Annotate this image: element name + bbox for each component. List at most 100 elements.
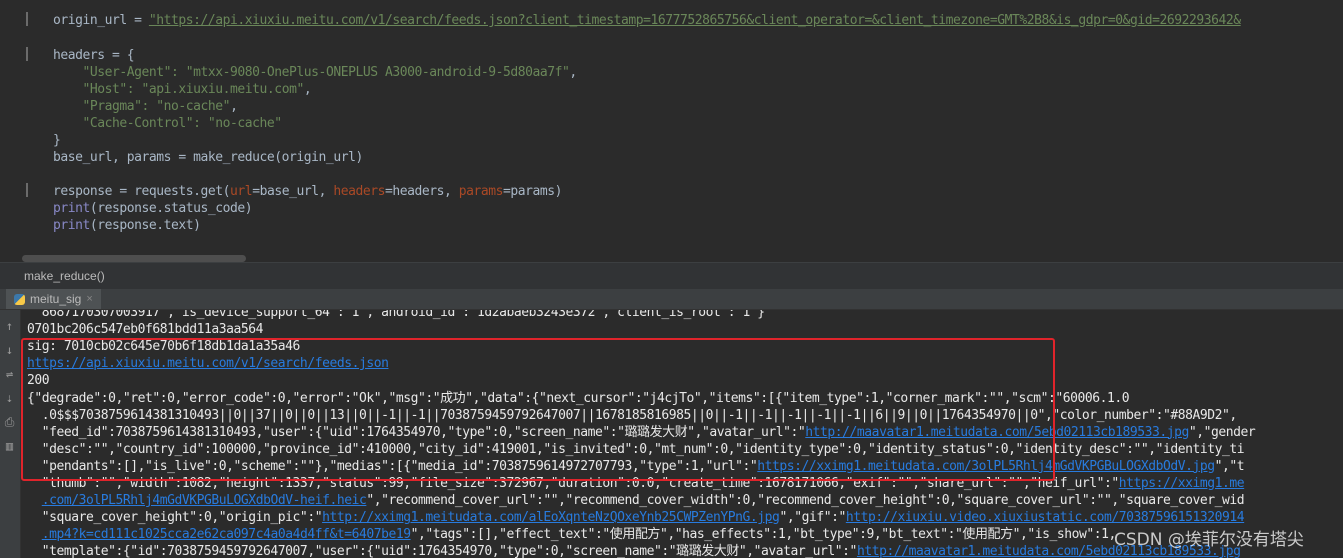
text-segment: (response.status_code)	[89, 201, 253, 216]
scroll-to-end-icon[interactable]: ⇣	[3, 392, 16, 405]
breadcrumb-bar: make_reduce()	[0, 262, 1343, 289]
code-line: base_url, params = make_reduce(origin_ur…	[53, 149, 363, 166]
run-tab-label: meitu_sig	[30, 292, 82, 306]
text-segment: response = requests.get(	[53, 184, 231, 199]
trash-icon[interactable]: ▥	[3, 440, 16, 453]
python-file-icon	[14, 293, 25, 305]
text-segment: ","tags":[],"effect_text":"使用配方","has_ef…	[410, 527, 1117, 543]
console-line: .0$$$7038759614381310493||0||37||0||0||1…	[27, 407, 1237, 424]
text-segment: "pendants":[],"is_live":0,"scheme":""},"…	[27, 458, 758, 474]
text-segment: "template":{"id":7038759459792647007,"us…	[27, 544, 858, 558]
text-segment: (response.text)	[89, 218, 201, 233]
text-segment: print	[53, 218, 90, 233]
url-link[interactable]: https://xximg1.meitudata.com/3olPL5Rhlj4…	[757, 459, 1215, 474]
text-segment: ","gender	[1188, 424, 1256, 440]
text-segment: }	[53, 133, 61, 148]
text-segment: "User-Agent":	[53, 65, 186, 80]
text-segment: headers = {	[53, 48, 135, 63]
text-segment: print	[53, 201, 90, 216]
text-segment: "desc":"","country_id":100000,"province_…	[27, 441, 1245, 457]
watermark: CSDN @埃菲尔没有塔尖	[1114, 530, 1304, 550]
text-segment: "api.xiuxiu.meitu.com"	[141, 82, 305, 97]
url-link[interactable]: http://maavatar1.meitudata.com/5ebd02113…	[805, 425, 1189, 440]
code-line: print(response.status_code)	[53, 200, 253, 217]
console-line: {"degrade":0,"ret":0,"error_code":0,"err…	[27, 390, 1130, 407]
console-line: "template":{"id":7038759459792647007,"us…	[27, 543, 1241, 558]
text-segment: "feed_id":7038759614381310493,"user":{"u…	[27, 424, 806, 440]
console-line: "square_cover_height":0,"origin_pic":"ht…	[27, 509, 1245, 526]
code-line: response = requests.get(url=base_url, he…	[53, 183, 562, 200]
code-line: print(response.text)	[53, 217, 201, 234]
text-segment: ","recommend_cover_url":"","recommend_co…	[366, 493, 1245, 509]
console-line: 200	[27, 372, 50, 389]
code-line: "Host": "api.xiuxiu.meitu.com",	[53, 81, 312, 98]
code-line: headers = {	[53, 47, 135, 64]
text-segment: origin_url =	[53, 13, 149, 28]
url-link[interactable]: .mp4?k=cd111c1025cca2e62ca097c4a0a4d4ff&…	[42, 527, 411, 542]
run-tab-meitu-sig[interactable]: meitu_sig ×	[6, 289, 101, 309]
console-line: .com/3olPL5Rhlj4mGdVKPGBuLOGXdbOdV-heif.…	[27, 492, 1245, 509]
fold-marker	[26, 183, 28, 197]
run-console-output[interactable]: 8687170307003917 , is_device_support_64 …	[21, 310, 1343, 558]
console-line: 8687170307003917 , is_device_support_64 …	[27, 310, 765, 321]
text-segment: "mtxx-9080-OnePlus-ONEPLUS A3000-android…	[185, 65, 570, 80]
console-line: "feed_id":7038759614381310493,"user":{"u…	[27, 424, 1256, 441]
text-segment: 0701bc206c547eb0f681bdd11a3aa564	[27, 322, 264, 338]
text-segment: 200	[27, 373, 50, 389]
breadcrumb[interactable]: make_reduce()	[24, 269, 105, 283]
console-line: https://api.xiuxiu.meitu.com/v1/search/f…	[27, 355, 389, 372]
code-line: }	[53, 132, 61, 149]
text-segment: "thumb":"","width":1082,"height":1337,"s…	[27, 476, 1119, 491]
text-segment: "no-cache"	[156, 99, 231, 114]
text-segment: params	[458, 184, 504, 199]
code-line: origin_url = "https://api.xiuxiu.meitu.c…	[53, 12, 1241, 29]
text-segment: "no-cache"	[207, 116, 282, 131]
text-segment: =headers,	[384, 184, 459, 199]
url-link[interactable]: https://api.xiuxiu.meitu.com/v1/search/f…	[27, 356, 389, 371]
text-segment: ,	[303, 82, 312, 97]
url-link[interactable]: https://xximg1.me	[1119, 476, 1245, 491]
arrow-down-icon[interactable]: ↓	[3, 344, 16, 357]
url-link: "https://api.xiuxiu.meitu.com/v1/search/…	[148, 13, 1241, 28]
console-line: 0701bc206c547eb0f681bdd11a3aa564	[27, 321, 264, 338]
text-segment: "square_cover_height":0,"origin_pic":"	[27, 510, 323, 526]
text-segment: "Cache-Control":	[53, 116, 208, 131]
url-link[interactable]: http://xiuxiu.video.xiuxiustatic.com/703…	[846, 510, 1245, 525]
text-segment: "Host":	[53, 82, 142, 97]
text-segment: =params)	[503, 184, 563, 199]
text-segment: headers	[333, 184, 385, 199]
horizontal-scrollbar[interactable]	[22, 255, 246, 262]
arrow-up-icon[interactable]: ↑	[3, 320, 16, 333]
code-editor[interactable]: origin_url = "https://api.xiuxiu.meitu.c…	[0, 0, 1343, 256]
text-segment: 8687170307003917 , is_device_support_64 …	[27, 310, 765, 320]
text-segment: ,	[230, 99, 238, 114]
console-line: sig: 7010cb02c645e70b6f18db1da1a35a46	[27, 338, 300, 355]
text-segment: =base_url,	[252, 184, 334, 199]
url-link[interactable]: http://xximg1.meitudata.com/alEoXqnteNzQ…	[322, 510, 780, 525]
text-segment: ,	[569, 65, 577, 80]
text-segment	[27, 527, 42, 542]
close-icon[interactable]: ×	[86, 293, 92, 305]
fold-marker	[26, 47, 28, 61]
code-line: "Cache-Control": "no-cache"	[53, 115, 283, 132]
print-icon[interactable]: ⎙	[3, 416, 16, 429]
console-line: "desc":"","country_id":100000,"province_…	[27, 441, 1245, 458]
text-segment	[27, 493, 42, 508]
soft-wrap-icon[interactable]: ⇌	[3, 368, 16, 381]
run-toolbar: ↑ ↓ ⇌ ⇣ ⎙ ▥	[0, 310, 21, 558]
run-tab-bar: meitu_sig ×	[0, 289, 1343, 310]
console-line: .mp4?k=cd111c1025cca2e62ca097c4a0a4d4ff&…	[27, 526, 1117, 543]
code-line: "User-Agent": "mtxx-9080-OnePlus-ONEPLUS…	[53, 64, 578, 81]
fold-marker	[26, 12, 28, 26]
text-segment: .0$$$7038759614381310493||0||37||0||0||1…	[27, 407, 1237, 423]
console-line: "thumb":"","width":1082,"height":1337,"s…	[27, 475, 1245, 492]
console-line: "pendants":[],"is_live":0,"scheme":""},"…	[27, 458, 1245, 475]
code-line: "Pragma": "no-cache",	[53, 98, 238, 115]
text-segment: base_url, params = make_reduce(origin_ur…	[53, 150, 363, 165]
text-segment: ","t	[1214, 458, 1245, 474]
text-segment: "Pragma":	[53, 99, 157, 114]
text-segment: url	[230, 184, 253, 199]
url-link[interactable]: .com/3olPL5Rhlj4mGdVKPGBuLOGXdbOdV-heif.…	[42, 493, 367, 508]
text-segment: ","gif":"	[779, 510, 846, 526]
text-segment: {"degrade":0,"ret":0,"error_code":0,"err…	[27, 390, 1130, 406]
